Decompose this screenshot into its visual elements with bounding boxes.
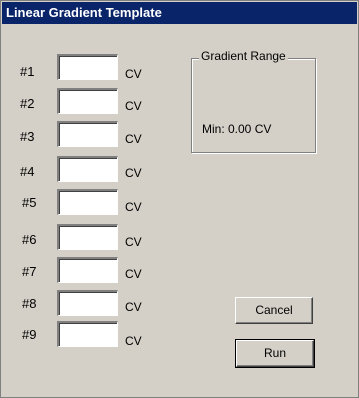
cv-input-8[interactable] (57, 290, 118, 316)
cv-input-1[interactable] (57, 54, 118, 80)
unit-label-6: CV (125, 235, 142, 249)
row-label-8: #8 (22, 296, 37, 311)
unit-label-2: CV (125, 99, 142, 113)
unit-label-4: CV (125, 166, 142, 180)
unit-label-1: CV (125, 67, 142, 81)
row-label-7: #7 (22, 264, 37, 279)
cancel-button[interactable]: Cancel (235, 297, 313, 324)
row-label-2: #2 (20, 96, 35, 111)
row-label-6: #6 (22, 232, 37, 247)
unit-label-9: CV (125, 334, 142, 348)
gradient-range-group (191, 58, 316, 153)
dialog-window: Linear Gradient Template #1 CV #2 CV #3 … (0, 0, 359, 398)
unit-label-3: CV (125, 132, 142, 146)
row-label-5: #5 (22, 195, 37, 210)
run-button[interactable]: Run (235, 339, 315, 368)
cv-input-6[interactable] (57, 224, 118, 250)
row-label-9: #9 (22, 327, 37, 342)
row-label-4: #4 (20, 164, 35, 179)
row-label-1: #1 (20, 64, 35, 79)
cv-input-7[interactable] (57, 257, 118, 283)
cv-input-4[interactable] (57, 156, 118, 182)
row-label-3: #3 (20, 129, 35, 144)
gradient-range-title: Gradient Range (199, 49, 288, 63)
cv-input-5[interactable] (57, 189, 118, 215)
window-title: Linear Gradient Template (2, 2, 357, 24)
cv-input-9[interactable] (57, 321, 118, 347)
unit-label-7: CV (125, 267, 142, 281)
cv-input-2[interactable] (57, 88, 118, 114)
unit-label-5: CV (125, 200, 142, 214)
unit-label-8: CV (125, 300, 142, 314)
gradient-min-value: Min: 0.00 CV (202, 122, 272, 136)
cv-input-3[interactable] (57, 121, 118, 147)
